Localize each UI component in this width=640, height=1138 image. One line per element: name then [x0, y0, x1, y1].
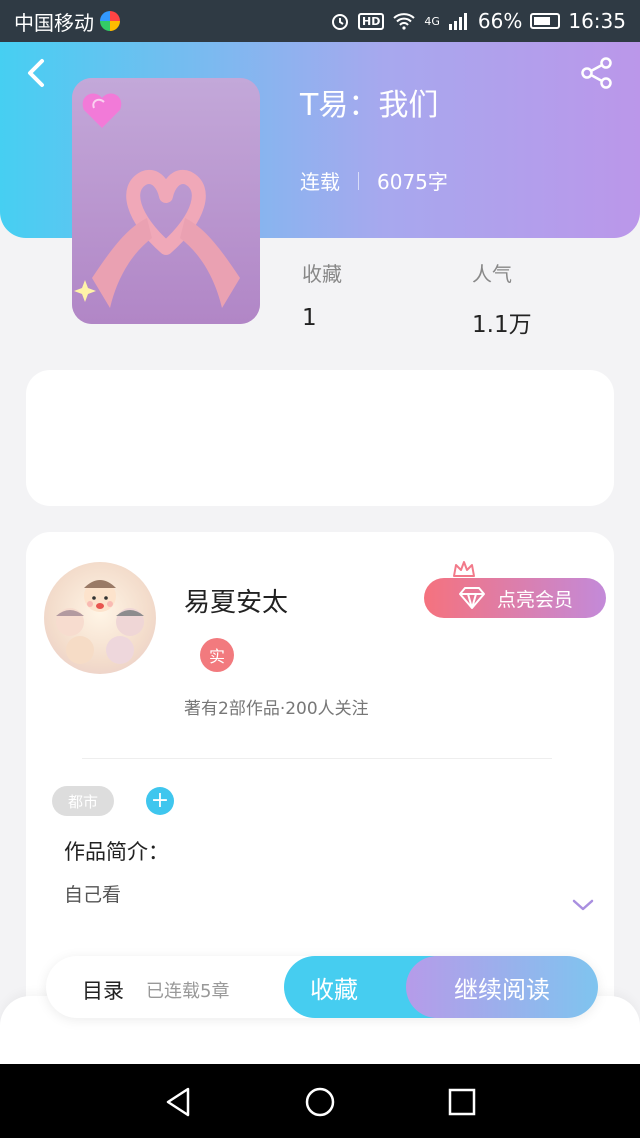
collect-button-label: 收藏	[310, 975, 358, 1004]
diamond-icon	[458, 587, 485, 609]
vip-button-label: 点亮会员	[496, 588, 573, 611]
continue-reading-button[interactable]: 继续阅读	[406, 956, 598, 1018]
status-bar: 中国移动 HD 4G 66% 16:35	[0, 0, 640, 42]
book-meta: 连载 6075字	[300, 166, 448, 195]
signal-icon	[448, 13, 467, 30]
network-type: 4G	[424, 14, 440, 28]
crown-icon	[453, 561, 475, 577]
popularity-stat: 人气 1.1万	[472, 258, 532, 339]
clock: 16:35	[568, 9, 626, 33]
placeholder-card	[26, 370, 614, 506]
book-title: T易：我们	[300, 88, 439, 123]
vip-button[interactable]: 点亮会员	[424, 578, 606, 618]
nav-home-icon[interactable]	[304, 1086, 336, 1118]
author-stats: 著有2部作品·200人关注	[184, 699, 369, 719]
toc-button[interactable]: 目录	[82, 975, 124, 1005]
battery-icon	[530, 13, 561, 29]
continue-reading-label: 继续阅读	[454, 975, 550, 1004]
alarm-icon	[332, 14, 349, 30]
serial-status: 连载	[300, 170, 340, 194]
popularity-label: 人气	[472, 262, 512, 286]
verified-badge: 实	[200, 638, 234, 672]
share-icon[interactable]	[580, 56, 614, 90]
app-notification-icon	[100, 11, 120, 31]
favorites-value: 1	[302, 305, 317, 331]
genre-tag[interactable]: 都市	[52, 786, 114, 816]
intro-text: 自己看	[64, 884, 122, 906]
popularity-value: 1.1万	[472, 312, 532, 338]
wifi-icon	[393, 13, 416, 30]
favorites-label: 收藏	[302, 262, 342, 286]
carrier-label: 中国移动	[14, 10, 94, 35]
card-divider	[82, 758, 552, 759]
intro-heading: 作品简介：	[64, 840, 169, 864]
nav-back-icon[interactable]	[164, 1086, 192, 1118]
favorites-stat: 收藏 1	[302, 258, 342, 331]
add-tag-button[interactable]: +	[146, 787, 174, 815]
hd-badge: HD	[358, 12, 385, 30]
system-nav-bar	[0, 1064, 640, 1138]
action-bar: 目录 已连载5章 收藏 继续阅读	[46, 956, 598, 1018]
word-count: 6075字	[377, 170, 448, 194]
heart-hands-image	[72, 78, 260, 324]
author-name[interactable]: 易夏安太	[184, 582, 288, 619]
battery-percent: 66%	[477, 9, 523, 33]
nav-recent-apps-icon[interactable]	[448, 1088, 476, 1116]
book-cover[interactable]	[72, 78, 260, 324]
chapter-count: 已连载5章	[146, 981, 230, 1002]
meta-divider	[358, 171, 359, 190]
avatar-image	[56, 580, 144, 664]
back-icon[interactable]	[24, 58, 50, 88]
author-avatar[interactable]	[44, 562, 156, 674]
chevron-down-icon[interactable]	[572, 898, 594, 912]
